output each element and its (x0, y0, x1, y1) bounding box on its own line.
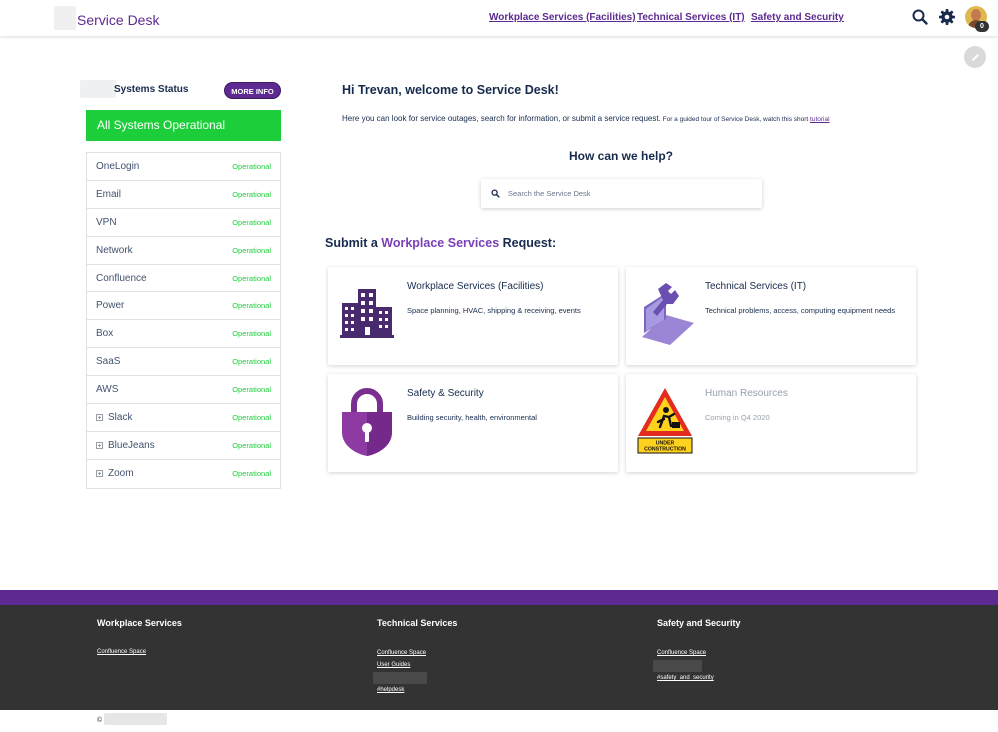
search-icon[interactable] (911, 8, 929, 26)
welcome-heading: Hi Trevan, welcome to Service Desk! (342, 83, 559, 97)
system-name: OneLogin (96, 160, 140, 172)
overall-status-banner: All Systems Operational (86, 110, 281, 141)
laptop-wrench-icon (642, 283, 694, 345)
notification-badge: 0 (975, 21, 989, 32)
under-construction-icon: UNDER CONSTRUCTION (637, 388, 693, 454)
status-label: Operational (232, 412, 271, 422)
building-icon (340, 289, 394, 338)
expand-icon[interactable] (96, 470, 103, 478)
system-name: Power (96, 300, 125, 312)
sign-text-line2: CONSTRUCTION (644, 447, 686, 453)
system-name: Email (96, 188, 122, 200)
nav-technical-services[interactable]: Technical Services (IT) (637, 12, 745, 23)
status-label: Operational (232, 273, 271, 283)
card-title: Human Resources (705, 388, 788, 399)
card-description: Technical problems, access, computing eq… (705, 306, 896, 315)
help-heading: How can we help? (569, 149, 674, 163)
card-description: Coming in Q4 2020 (705, 413, 770, 422)
status-row-power: Power Operational (87, 292, 280, 321)
logo[interactable] (54, 6, 76, 30)
status-row-confluence: Confluence Operational (87, 265, 280, 293)
systems-status-title: Systems Status (114, 84, 189, 95)
card-title: Safety & Security (407, 388, 484, 399)
status-label: Operational (232, 217, 271, 227)
status-row-network: Network Operational (87, 237, 280, 265)
intro-text: Here you can look for service outages, s… (342, 114, 830, 123)
copyright-symbol: © (97, 717, 103, 724)
card-workplace-services[interactable]: Workplace Services (Facilities) Space pl… (328, 267, 618, 365)
nav-safety-security[interactable]: Safety and Security (751, 12, 844, 23)
footer-redacted-link[interactable] (653, 660, 702, 672)
card-safety-security[interactable]: Safety & Security Building security, hea… (328, 374, 618, 472)
status-row-vpn: VPN Operational (87, 209, 280, 237)
footer-link-user-guides[interactable]: User Guides (377, 662, 410, 668)
system-name: AWS (96, 384, 119, 396)
system-name: Slack (108, 411, 133, 423)
status-row-saas: SaaS Operational (87, 348, 280, 377)
search-box[interactable] (481, 179, 762, 208)
status-row-aws: AWS Operational (87, 376, 280, 405)
system-name: Network (96, 244, 133, 256)
top-header: Service Desk Workplace Services (Facilit… (0, 0, 998, 36)
padlock-shield-icon (342, 388, 392, 456)
status-row-bluejeans[interactable]: BlueJeans Operational (87, 432, 280, 460)
submit-request-service-link[interactable]: Workplace Services (381, 236, 499, 250)
status-label: Operational (232, 329, 271, 339)
card-human-resources: UNDER CONSTRUCTION Human Resources Comin… (626, 374, 916, 472)
more-info-button[interactable]: MORE INFO (224, 82, 281, 99)
footer-link-safety-channel[interactable]: #safety_and_security (657, 675, 714, 681)
footer-link-confluence[interactable]: Confluence Space (97, 649, 146, 655)
edit-button[interactable] (964, 46, 986, 68)
status-row-email: Email Operational (87, 181, 280, 209)
card-description: Space planning, HVAC, shipping & receivi… (407, 306, 581, 315)
system-status-list: OneLogin Operational Email Operational V… (86, 152, 281, 489)
footer-link-confluence[interactable]: Confluence Space (377, 650, 426, 656)
gear-icon[interactable] (938, 8, 956, 26)
status-label: Operational (232, 189, 271, 199)
footer-col-title: Safety and Security (657, 618, 741, 628)
footer-redacted-link[interactable] (373, 672, 427, 684)
system-name: BlueJeans (108, 439, 155, 451)
search-icon (491, 189, 500, 198)
expand-icon[interactable] (96, 441, 103, 449)
footer: Workplace Services Confluence Space Tech… (0, 605, 998, 710)
pencil-icon (971, 53, 979, 61)
nav-workplace-services[interactable]: Workplace Services (Facilities) (489, 12, 636, 23)
card-technical-services[interactable]: Technical Services (IT) Technical proble… (626, 267, 916, 365)
status-row-box: Box Operational (87, 320, 280, 349)
tutorial-link[interactable]: tutorial (810, 116, 830, 123)
card-title: Technical Services (IT) (705, 281, 807, 292)
submit-request-heading: Submit a Workplace Services Request: (325, 236, 557, 250)
expand-icon[interactable] (96, 413, 103, 421)
copyright-owner (104, 713, 167, 725)
card-description: Building security, health, environmental (407, 413, 537, 422)
copyright-bar: © (0, 710, 998, 732)
system-name: SaaS (96, 356, 121, 368)
footer-link-helpdesk[interactable]: #helpdesk (377, 687, 404, 693)
status-label: Operational (232, 357, 271, 367)
system-name: VPN (96, 216, 117, 228)
status-label: Operational (232, 161, 271, 171)
footer-col-title: Technical Services (377, 618, 458, 628)
system-name: Confluence (96, 272, 147, 284)
status-logo (80, 80, 116, 98)
status-row-zoom[interactable]: Zoom Operational (87, 460, 280, 488)
status-row-onelogin: OneLogin Operational (87, 153, 280, 181)
status-row-slack[interactable]: Slack Operational (87, 404, 280, 432)
status-label: Operational (232, 301, 271, 311)
footer-accent-band (0, 590, 998, 605)
search-input[interactable] (508, 189, 748, 198)
system-name: Zoom (108, 468, 134, 480)
status-label: Operational (232, 469, 271, 479)
footer-link-confluence[interactable]: Confluence Space (657, 650, 706, 656)
status-label: Operational (232, 385, 271, 395)
brand-title[interactable]: Service Desk (77, 12, 159, 28)
card-title: Workplace Services (Facilities) (407, 281, 544, 292)
footer-col-title: Workplace Services (97, 618, 182, 628)
status-label: Operational (232, 245, 271, 255)
system-name: Box (96, 328, 114, 340)
status-label: Operational (232, 440, 271, 450)
